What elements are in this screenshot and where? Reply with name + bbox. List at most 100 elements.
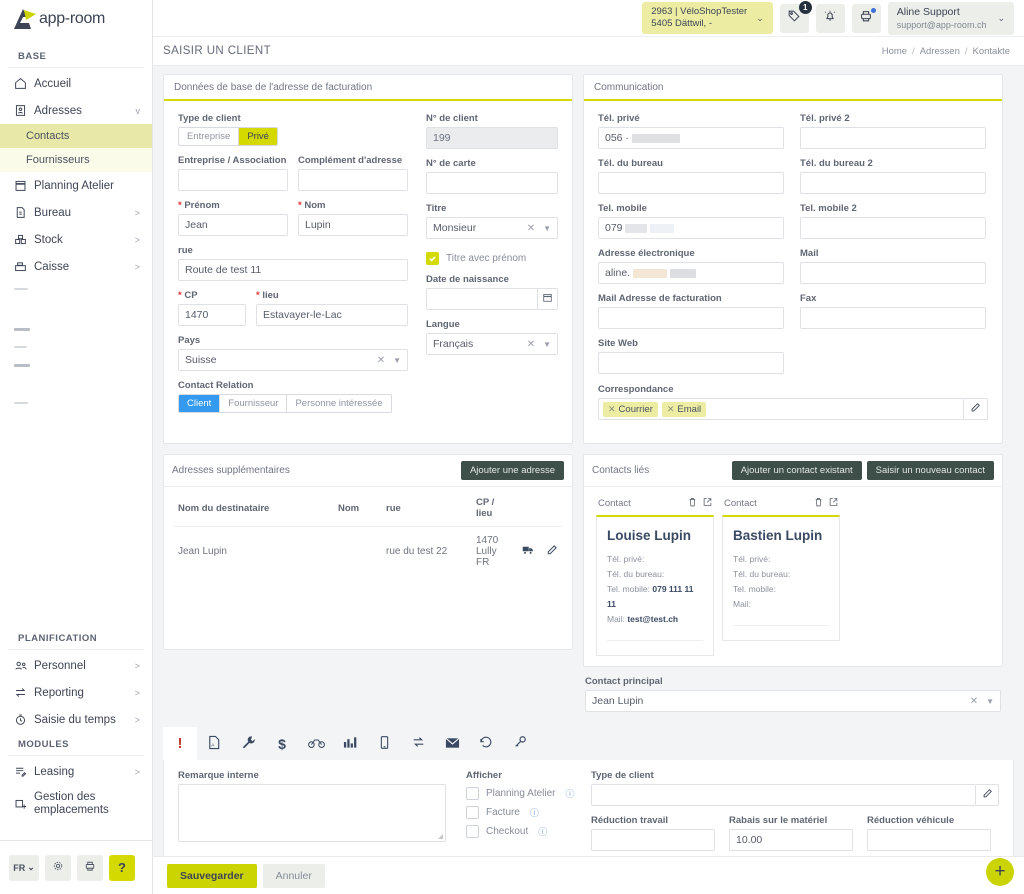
option-prive[interactable]: Privé: [239, 128, 277, 145]
contact-relation-segmented[interactable]: Client Fournisseur Personne intéressée: [178, 394, 392, 413]
clear-icon[interactable]: ✕: [527, 223, 535, 234]
tag-courrier[interactable]: ✕Courrier: [603, 402, 658, 417]
date-naissance-input[interactable]: [426, 288, 538, 310]
cp-input[interactable]: 1470: [178, 304, 246, 326]
langue-select[interactable]: Français ✕ ▼: [426, 333, 558, 355]
option-client[interactable]: Client: [179, 395, 220, 412]
help-circle-icon[interactable]: ⓘ: [538, 825, 547, 838]
new-contact-button[interactable]: Saisir un nouveau contact: [867, 461, 994, 480]
help-button[interactable]: ?: [109, 855, 135, 881]
tab-exchange[interactable]: [401, 727, 435, 760]
pays-select[interactable]: Suisse ✕ ▼: [178, 349, 408, 371]
contact-card[interactable]: Louise Lupin Tél. privé: Tél. du bureau:…: [596, 515, 714, 656]
tab-history[interactable]: [469, 727, 503, 760]
table-row[interactable]: Jean Lupin rue du test 22 1470 Lully FR: [174, 527, 562, 577]
calendar-picker-button[interactable]: [538, 288, 558, 310]
sidebar-item-leasing[interactable]: Leasing >: [0, 758, 152, 785]
email-input[interactable]: aline.: [598, 262, 784, 284]
fax-input[interactable]: [800, 307, 986, 329]
sidebar-item-fournisseurs[interactable]: Fournisseurs: [0, 148, 152, 172]
checkbox-planning-atelier[interactable]: Planning Atelier ⓘ: [466, 787, 581, 800]
tab-pdf[interactable]: A: [197, 727, 231, 760]
open-external-icon[interactable]: [829, 497, 838, 510]
sidebar-item-caisse[interactable]: Caisse >: [0, 253, 152, 280]
tab-mobile[interactable]: [367, 727, 401, 760]
trash-icon[interactable]: [814, 497, 823, 510]
settings-button[interactable]: [45, 855, 71, 881]
delivery-truck-icon[interactable]: [522, 545, 534, 559]
reduction-travail-input[interactable]: [591, 829, 715, 851]
correspondance-tags[interactable]: ✕Courrier ✕Email: [598, 398, 964, 420]
num-carte-input[interactable]: [426, 172, 558, 194]
tab-envelope[interactable]: [435, 727, 469, 760]
tab-key[interactable]: [503, 727, 537, 760]
contact-principal-select[interactable]: Jean Lupin ✕ ▼: [585, 690, 1001, 712]
breadcrumb-item-home[interactable]: Home: [882, 46, 907, 57]
sidebar-item-contacts[interactable]: Contacts: [0, 124, 152, 148]
breadcrumb-item-adressen[interactable]: Adressen: [920, 46, 960, 57]
reduction-vehicule-input[interactable]: [867, 829, 991, 851]
notifications-button[interactable]: [816, 4, 845, 33]
language-selector[interactable]: FR ⌄: [9, 855, 39, 881]
clear-icon[interactable]: ✕: [970, 696, 978, 707]
rabais-materiel-input[interactable]: 10.00: [729, 829, 853, 851]
titre-select[interactable]: Monsieur ✕ ▼: [426, 217, 558, 239]
add-fab-button[interactable]: +: [986, 858, 1014, 886]
remarque-interne-textarea[interactable]: [178, 784, 446, 842]
tag-email[interactable]: ✕Email: [662, 402, 706, 417]
open-external-icon[interactable]: [703, 497, 712, 510]
clear-icon[interactable]: ✕: [527, 339, 535, 350]
cancel-button[interactable]: Annuler: [263, 864, 325, 888]
tel-prive-input[interactable]: 056 ·: [598, 127, 784, 149]
site-web-input[interactable]: [598, 352, 784, 374]
sidebar-item-accueil[interactable]: Accueil: [0, 70, 152, 97]
sidebar-item-adresses[interactable]: Adresses v: [0, 97, 152, 124]
complement-input[interactable]: [298, 169, 408, 191]
prenom-input[interactable]: Jean: [178, 214, 288, 236]
tags-button[interactable]: 1: [780, 4, 809, 33]
sidebar-item-planning-atelier[interactable]: Planning Atelier: [0, 172, 152, 199]
option-entreprise[interactable]: Entreprise: [179, 128, 239, 145]
user-menu[interactable]: Aline Support support@app-room.ch ⌄: [888, 2, 1014, 35]
lieu-input[interactable]: Estavayer-le-Lac: [256, 304, 408, 326]
add-address-button[interactable]: Ajouter une adresse: [461, 461, 564, 480]
remove-tag-icon[interactable]: ✕: [667, 404, 675, 414]
app-logo[interactable]: app-room: [0, 0, 152, 37]
remove-tag-icon[interactable]: ✕: [608, 404, 616, 414]
nom-input[interactable]: Lupin: [298, 214, 408, 236]
save-button[interactable]: Sauvegarder: [167, 864, 257, 888]
clear-icon[interactable]: ✕: [377, 355, 385, 366]
tel-bureau-input[interactable]: [598, 172, 784, 194]
help-circle-icon[interactable]: ⓘ: [566, 787, 575, 800]
sidebar-item-saisie-du-temps[interactable]: Saisie du temps >: [0, 706, 152, 733]
tabpanel-type-client-edit-button[interactable]: [976, 784, 999, 806]
printer-button[interactable]: [77, 855, 103, 881]
breadcrumb-item-kontakte[interactable]: Kontakte: [973, 46, 1011, 57]
tel-bureau-2-input[interactable]: [800, 172, 986, 194]
sidebar-item-personnel[interactable]: Personnel >: [0, 652, 152, 679]
contact-card[interactable]: Bastien Lupin Tél. privé: Tél. du bureau…: [722, 515, 840, 641]
option-fournisseur[interactable]: Fournisseur: [220, 395, 287, 412]
tab-bar-chart[interactable]: [333, 727, 367, 760]
trash-icon[interactable]: [688, 497, 697, 510]
entreprise-input[interactable]: [178, 169, 288, 191]
mail-input[interactable]: [800, 262, 986, 284]
pencil-icon[interactable]: [546, 544, 558, 559]
tab-exclamation[interactable]: !: [163, 727, 197, 760]
sidebar-item-gestion-des-emplacements[interactable]: Gestion des emplacements: [0, 785, 152, 823]
help-circle-icon[interactable]: ⓘ: [530, 806, 539, 819]
organization-selector[interactable]: 2963 | VéloShopTester 5405 Dättwil, - ⌄: [642, 2, 773, 34]
rue-input[interactable]: Route de test 11: [178, 259, 408, 281]
checkbox-facture[interactable]: Facture ⓘ: [466, 806, 581, 819]
titre-avec-prenom-checkbox[interactable]: Titre avec prénom: [426, 252, 558, 265]
tab-wrench[interactable]: [231, 727, 265, 760]
tab-dollar[interactable]: $: [265, 727, 299, 760]
tel-prive-2-input[interactable]: [800, 127, 986, 149]
type-de-client-segmented[interactable]: Entreprise Privé: [178, 127, 278, 146]
sidebar-item-bureau[interactable]: Bureau >: [0, 199, 152, 226]
sidebar-item-stock[interactable]: Stock >: [0, 226, 152, 253]
mail-facturation-input[interactable]: [598, 307, 784, 329]
tel-mobile-2-input[interactable]: [800, 217, 986, 239]
option-personne-interessee[interactable]: Personne intéressée: [287, 395, 390, 412]
tab-bicycle[interactable]: [299, 727, 333, 760]
